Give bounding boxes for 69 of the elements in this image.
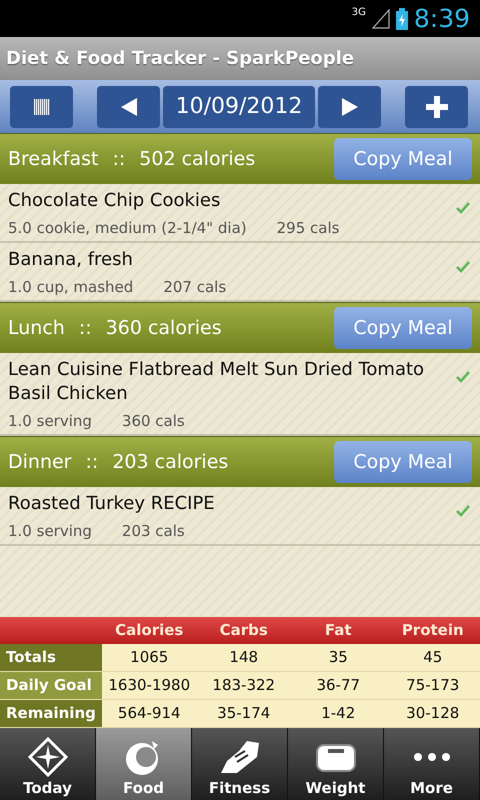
food-name: Roasted Turkey RECIPE xyxy=(8,492,216,516)
battery-icon xyxy=(396,8,408,30)
food-item[interactable]: Lean Cuisine Flatbread Melt Sun Dried Tomato Basil Chicken 1.0 serving 360 cals xyxy=(0,353,480,436)
separator-text: :: xyxy=(86,451,98,473)
table-cell: 30-128 xyxy=(386,700,480,728)
check-icon xyxy=(456,371,470,383)
more-icon xyxy=(414,753,450,761)
row-label: Totals xyxy=(0,644,102,672)
barcode-icon xyxy=(34,98,50,114)
nav-tab[interactable]: Food xyxy=(96,728,192,800)
signal-icon xyxy=(372,8,390,28)
food-item[interactable]: Roasted Turkey RECIPE 1.0 serving 203 cals xyxy=(0,487,480,546)
plus-icon xyxy=(426,96,448,118)
row-label: Daily Goal xyxy=(0,672,102,700)
table-cell: 36-77 xyxy=(291,672,386,700)
clock-time: 8:39 xyxy=(414,4,470,33)
table-cell: 75-173 xyxy=(386,672,480,700)
check-icon xyxy=(456,202,470,214)
nav-tab[interactable]: Today xyxy=(0,728,96,800)
table-cell: 183-322 xyxy=(196,672,291,700)
left-arrow-icon xyxy=(120,96,138,116)
table-cell: 35-174 xyxy=(196,700,291,728)
table-cell: 35 xyxy=(291,644,386,672)
table-cell: 45 xyxy=(386,644,480,672)
column-header: Carbs xyxy=(196,617,291,644)
right-arrow-icon xyxy=(340,96,358,116)
calories-text: 207 cals xyxy=(163,278,226,296)
column-header: Fat xyxy=(291,617,386,644)
food-name: Banana, fresh xyxy=(8,248,134,272)
check-icon xyxy=(456,505,470,517)
add-button[interactable] xyxy=(405,86,468,128)
serving-text: 1.0 serving xyxy=(8,522,92,540)
food-item[interactable]: Chocolate Chip Cookies 5.0 cookie, medium (2-1/4" dia) 295 cals xyxy=(0,184,480,243)
calories-text: 295 cals xyxy=(276,219,340,237)
barcode-button[interactable] xyxy=(10,86,73,128)
meal-name: Dinner xyxy=(8,451,72,473)
calories-text: 360 cals xyxy=(122,412,185,430)
network-label: 3G xyxy=(352,7,366,18)
serving-text: 1.0 serving xyxy=(8,412,92,430)
date-button[interactable]: 10/09/2012 xyxy=(163,86,315,128)
column-header: Calories xyxy=(102,617,196,644)
separator-text: :: xyxy=(112,148,126,170)
table-cell: 1065 xyxy=(102,644,196,672)
column-header: Protein xyxy=(386,617,480,644)
meal-name: Lunch xyxy=(8,317,65,339)
row-label: Remaining xyxy=(0,700,102,728)
nav-tab[interactable]: More xyxy=(384,728,480,800)
meal-calories: 203 calories xyxy=(112,451,228,473)
table-cell: 1630-1980 xyxy=(102,672,196,700)
meal-calories: 360 calories xyxy=(106,317,222,339)
star-diamond-icon xyxy=(28,737,68,777)
table-cell: 1-42 xyxy=(291,700,386,728)
food-name: Lean Cuisine Flatbread Melt Sun Dried Tomato Basil Chicken xyxy=(8,358,426,406)
nav-tab[interactable]: Weight xyxy=(288,728,384,800)
food-name: Chocolate Chip Cookies xyxy=(8,189,222,213)
nav-tab[interactable]: Fitness xyxy=(192,728,288,800)
table-cell: 148 xyxy=(196,644,291,672)
calories-text: 203 cals xyxy=(122,522,185,540)
meal-calories: 502 calories xyxy=(139,148,256,170)
serving-text: 1.0 cup, mashed xyxy=(8,278,134,296)
next-day-button[interactable] xyxy=(318,86,381,128)
app-title: Diet & Food Tracker - SparkPeople xyxy=(6,48,354,69)
serving-text: 5.0 cookie, medium (2-1/4" dia) xyxy=(8,219,247,237)
previous-day-button[interactable] xyxy=(97,86,160,128)
separator-text: :: xyxy=(78,317,92,339)
food-item[interactable]: Banana, fresh 1.0 cup, mashed 207 cals xyxy=(0,243,480,302)
check-icon xyxy=(456,261,470,273)
table-cell: 564-914 xyxy=(102,700,196,728)
meal-name: Breakfast xyxy=(8,148,98,170)
